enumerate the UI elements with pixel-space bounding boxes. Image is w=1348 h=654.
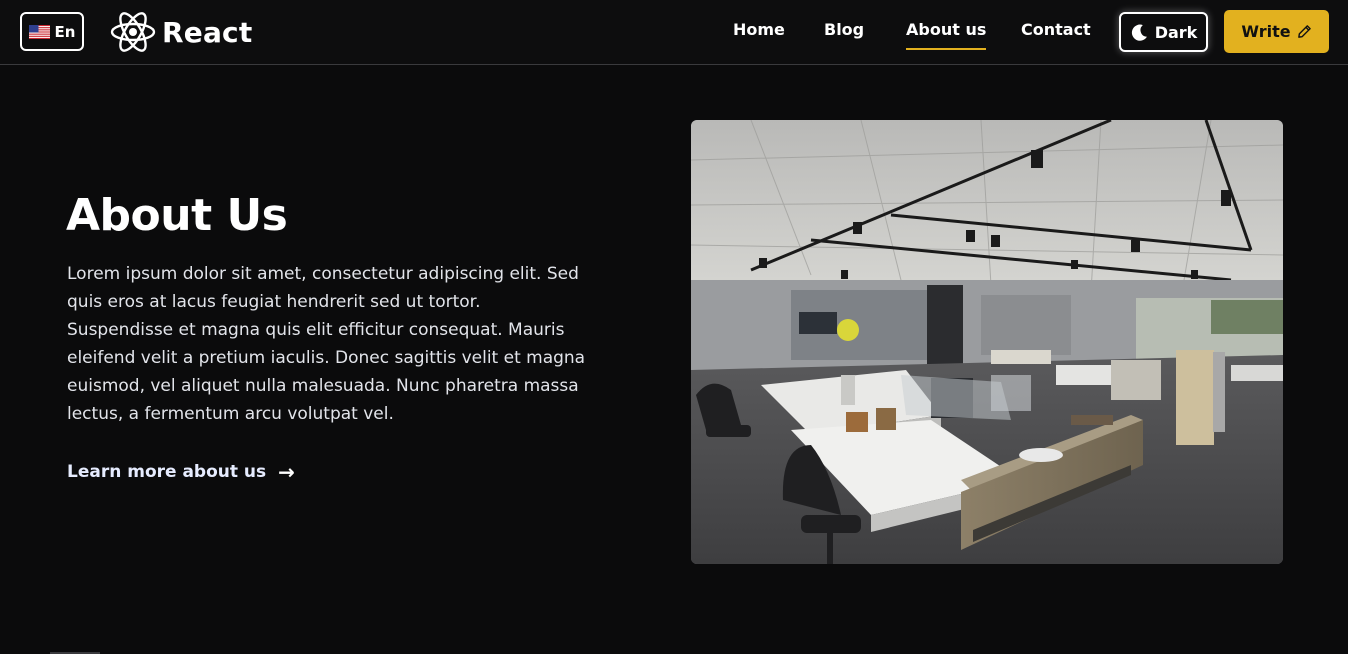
pencil-icon xyxy=(1297,25,1311,38)
learn-more-link[interactable]: Learn more about us → xyxy=(67,462,295,482)
brand-name: React xyxy=(162,15,253,49)
moon-icon xyxy=(1131,24,1147,41)
nav-about-us-link[interactable]: About us xyxy=(906,20,987,50)
nav-home-link[interactable]: Home xyxy=(733,20,785,46)
top-navigation-bar: En React Home Blog About us Contact Dark… xyxy=(0,0,1348,65)
arrow-right-icon: → xyxy=(278,460,295,484)
write-button-label: Write xyxy=(1241,22,1291,41)
write-button[interactable]: Write xyxy=(1224,10,1329,53)
language-label: En xyxy=(54,22,76,41)
brand-logo[interactable]: React xyxy=(110,10,252,54)
us-flag-icon xyxy=(28,24,50,39)
nav-blog-link[interactable]: Blog xyxy=(824,20,864,46)
nav-contact-link[interactable]: Contact xyxy=(1021,20,1091,46)
learn-more-label: Learn more about us xyxy=(67,462,267,482)
language-selector-button[interactable]: En xyxy=(20,12,84,51)
page-title: About Us xyxy=(66,190,288,241)
dark-mode-label: Dark xyxy=(1154,22,1198,42)
office-interior-photo xyxy=(691,120,1283,564)
about-description: Lorem ipsum dolor sit amet, consectetur … xyxy=(67,264,586,424)
react-atom-icon xyxy=(110,12,156,52)
dark-mode-toggle-button[interactable]: Dark xyxy=(1119,12,1208,52)
